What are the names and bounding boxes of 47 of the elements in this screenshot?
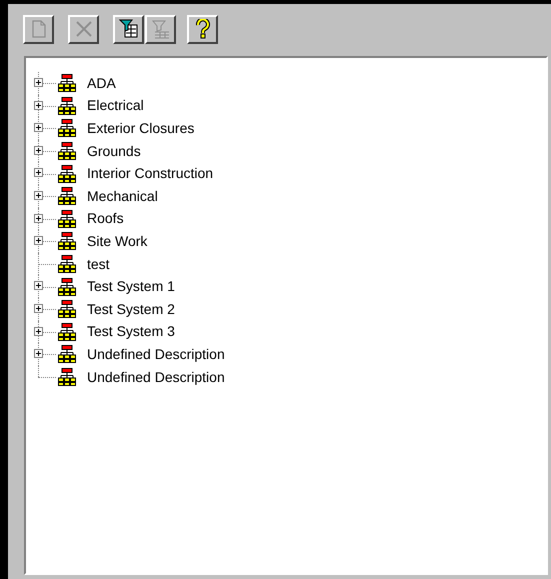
filter-icon: [118, 19, 138, 39]
help-button[interactable]: [187, 14, 218, 44]
expand-toggle[interactable]: [34, 281, 43, 290]
expand-toggle[interactable]: [34, 168, 43, 178]
help-icon: [196, 19, 210, 39]
filter-icon: [150, 19, 170, 39]
hierarchy-icon: [58, 368, 76, 386]
hierarchy-icon: [58, 210, 76, 228]
hierarchy-icon: [58, 96, 76, 115]
tree-item[interactable]: Test System 2: [87, 298, 175, 320]
tree-item[interactable]: Grounds: [87, 140, 141, 162]
hierarchy-icon: [58, 255, 76, 274]
expand-toggle[interactable]: [34, 349, 43, 358]
hierarchy-icon: [58, 74, 76, 92]
expand-toggle[interactable]: [34, 190, 43, 200]
expand-toggle[interactable]: [34, 123, 43, 132]
filter-button[interactable]: [113, 14, 144, 44]
tree-item[interactable]: Mechanical: [87, 186, 158, 207]
expand-toggle[interactable]: [34, 304, 43, 313]
hierarchy-icon: [58, 119, 76, 138]
tree-item[interactable]: Roofs: [87, 208, 124, 230]
hierarchy-icon: [58, 187, 76, 206]
tree-item[interactable]: Site Work: [87, 230, 148, 252]
expand-toggle[interactable]: [34, 78, 43, 87]
hierarchy-icon: [58, 142, 76, 160]
tree-item[interactable]: Test System 1: [87, 276, 175, 298]
expand-toggle[interactable]: [34, 236, 43, 246]
tree-item[interactable]: Interior Construction: [87, 163, 214, 184]
tree-item[interactable]: Exterior Closures: [87, 118, 194, 139]
expand-toggle[interactable]: [34, 326, 43, 336]
hierarchy-icon: [58, 278, 76, 296]
tree-item[interactable]: Electrical: [87, 95, 144, 116]
hierarchy-icon: [58, 300, 76, 318]
new-document-icon: [30, 20, 46, 38]
tree-item[interactable]: Undefined Description: [87, 344, 225, 365]
cross-icon: [74, 20, 92, 38]
tree-item[interactable]: test: [87, 254, 110, 275]
expand-toggle[interactable]: [34, 146, 43, 155]
tree-item[interactable]: ADA: [87, 72, 116, 94]
expand-toggle[interactable]: [34, 214, 43, 223]
hierarchy-icon: [58, 164, 76, 183]
hierarchy-icon: [58, 322, 76, 341]
hierarchy-icon: [58, 232, 76, 250]
tree-item[interactable]: Undefined Description: [87, 366, 225, 388]
hierarchy-icon: [58, 345, 76, 364]
expand-toggle[interactable]: [34, 100, 43, 110]
tree-item[interactable]: Test System 3: [87, 321, 175, 342]
